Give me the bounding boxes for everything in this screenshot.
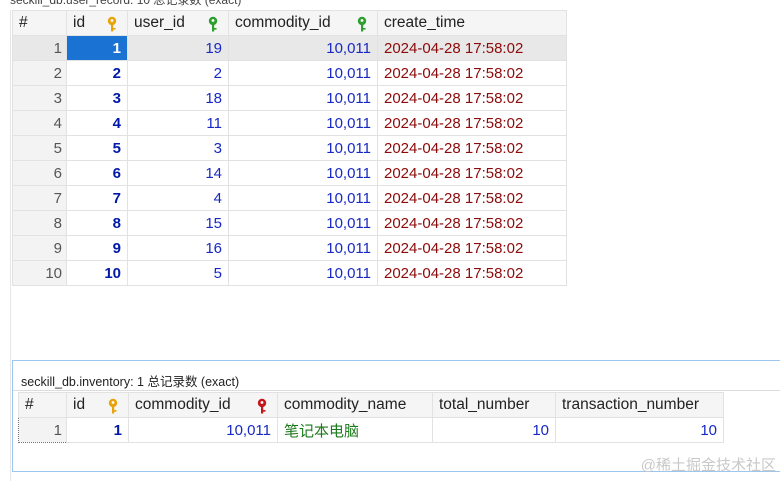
table-row[interactable]: 4 4 11 10,011 2024-04-28 17:58:02	[12, 110, 567, 136]
cell-create-time[interactable]: 2024-04-28 17:58:02	[377, 110, 567, 136]
index-key-icon	[357, 16, 367, 32]
unique-key-icon	[257, 398, 267, 414]
cell-create-time[interactable]: 2024-04-28 17:58:02	[377, 160, 567, 186]
cell-commodity-id[interactable]: 10,011	[128, 417, 278, 443]
table-row[interactable]: 10 10 5 10,011 2024-04-28 17:58:02	[12, 260, 567, 286]
cell-create-time[interactable]: 2024-04-28 17:58:02	[377, 235, 567, 261]
cell-user-id[interactable]: 4	[127, 185, 229, 211]
cell-create-time[interactable]: 2024-04-28 17:58:02	[377, 60, 567, 86]
table-row[interactable]: 1 1 19 10,011 2024-04-28 17:58:02	[12, 35, 567, 61]
table-row[interactable]: 7 7 4 10,011 2024-04-28 17:58:02	[12, 185, 567, 211]
column-header-commodity-id[interactable]: commodity_id	[128, 392, 278, 418]
cell-id[interactable]: 7	[66, 185, 128, 211]
cell-commodity-id[interactable]: 10,011	[228, 260, 378, 286]
row-number: 3	[12, 85, 67, 111]
cell-user-id[interactable]: 11	[127, 110, 229, 136]
cell-id[interactable]: 2	[66, 60, 128, 86]
cell-commodity-id[interactable]: 10,011	[228, 110, 378, 136]
cell-commodity-id[interactable]: 10,011	[228, 60, 378, 86]
cell-create-time[interactable]: 2024-04-28 17:58:02	[377, 85, 567, 111]
cell-commodity-id[interactable]: 10,011	[228, 235, 378, 261]
header-row: # id commodity_id commodity_name total_n…	[18, 392, 724, 418]
table-row[interactable]: 1 1 10,011 笔记本电脑 10 10	[18, 417, 724, 443]
primary-key-icon	[107, 16, 117, 32]
cell-id[interactable]: 9	[66, 235, 128, 261]
table-row[interactable]: 9 9 16 10,011 2024-04-28 17:58:02	[12, 235, 567, 261]
column-header-label: id	[73, 14, 86, 31]
panel-divider	[13, 390, 780, 391]
cell-commodity-id[interactable]: 10,011	[228, 35, 378, 61]
table-row[interactable]: 2 2 2 10,011 2024-04-28 17:58:02	[12, 60, 567, 86]
column-header-id[interactable]: id	[66, 10, 128, 36]
table-row[interactable]: 3 3 18 10,011 2024-04-28 17:58:02	[12, 85, 567, 111]
column-header-transaction-number[interactable]: transaction_number	[555, 392, 724, 418]
row-number: 9	[12, 235, 67, 261]
row-number: 2	[12, 60, 67, 86]
header-row: # id user_id commodity_id create_time	[12, 10, 567, 36]
row-number: 1	[18, 417, 67, 443]
cell-id[interactable]: 1	[66, 417, 129, 443]
cell-commodity-id[interactable]: 10,011	[228, 160, 378, 186]
cell-create-time[interactable]: 2024-04-28 17:58:02	[377, 185, 567, 211]
inventory-grid[interactable]: # id commodity_id commodity_name total_n…	[18, 392, 724, 443]
cell-commodity-id[interactable]: 10,011	[228, 210, 378, 236]
cell-user-id[interactable]: 5	[127, 260, 229, 286]
cell-id[interactable]: 8	[66, 210, 128, 236]
cell-user-id[interactable]: 3	[127, 135, 229, 161]
cell-create-time[interactable]: 2024-04-28 17:58:02	[377, 210, 567, 236]
cell-create-time[interactable]: 2024-04-28 17:58:02	[377, 135, 567, 161]
grid-divider	[10, 10, 11, 481]
cell-create-time[interactable]: 2024-04-28 17:58:02	[377, 35, 567, 61]
cell-user-id[interactable]: 2	[127, 60, 229, 86]
cell-commodity-name[interactable]: 笔记本电脑	[277, 417, 433, 443]
cell-total-number[interactable]: 10	[432, 417, 556, 443]
column-header-rownum[interactable]: #	[12, 10, 67, 36]
column-header-id[interactable]: id	[66, 392, 129, 418]
table-row[interactable]: 6 6 14 10,011 2024-04-28 17:58:02	[12, 160, 567, 186]
cell-id[interactable]: 3	[66, 85, 128, 111]
table-row[interactable]: 5 5 3 10,011 2024-04-28 17:58:02	[12, 135, 567, 161]
column-header-rownum[interactable]: #	[18, 392, 67, 418]
cell-commodity-id[interactable]: 10,011	[228, 185, 378, 211]
column-header-total-number[interactable]: total_number	[432, 392, 556, 418]
column-header-create-time[interactable]: create_time	[377, 10, 567, 36]
cell-commodity-id[interactable]: 10,011	[228, 135, 378, 161]
row-number: 8	[12, 210, 67, 236]
cell-id[interactable]: 4	[66, 110, 128, 136]
cell-user-id[interactable]: 18	[127, 85, 229, 111]
cell-user-id[interactable]: 15	[127, 210, 229, 236]
column-header-label: id	[73, 396, 86, 413]
cell-create-time[interactable]: 2024-04-28 17:58:02	[377, 260, 567, 286]
result-caption-user-record: seckill_db.user_record: 10 总记录数 (exact)	[10, 0, 242, 7]
cell-commodity-id[interactable]: 10,011	[228, 85, 378, 111]
column-header-commodity-id[interactable]: commodity_id	[228, 10, 378, 36]
row-number: 1	[12, 35, 67, 61]
column-header-label: commodity_id	[135, 396, 231, 413]
result-caption-inventory: seckill_db.inventory: 1 总记录数 (exact)	[21, 375, 240, 389]
column-header-label: commodity_id	[235, 14, 331, 31]
column-header-user-id[interactable]: user_id	[127, 10, 229, 36]
column-header-commodity-name[interactable]: commodity_name	[277, 392, 433, 418]
cell-id[interactable]: 6	[66, 160, 128, 186]
cell-id[interactable]: 1	[66, 35, 128, 61]
row-number: 7	[12, 185, 67, 211]
cell-id[interactable]: 5	[66, 135, 128, 161]
user-record-grid[interactable]: # id user_id commodity_id create_time 1 …	[12, 10, 567, 286]
cell-user-id[interactable]: 16	[127, 235, 229, 261]
index-key-icon	[208, 16, 218, 32]
watermark: @稀土掘金技术社区	[640, 457, 776, 474]
column-header-label: user_id	[134, 14, 185, 31]
row-number: 5	[12, 135, 67, 161]
row-number: 4	[12, 110, 67, 136]
row-number: 6	[12, 160, 67, 186]
primary-key-icon	[108, 398, 118, 414]
row-number: 10	[12, 260, 67, 286]
cell-user-id[interactable]: 14	[127, 160, 229, 186]
table-row[interactable]: 8 8 15 10,011 2024-04-28 17:58:02	[12, 210, 567, 236]
cell-user-id[interactable]: 19	[127, 35, 229, 61]
cell-id[interactable]: 10	[66, 260, 128, 286]
cell-transaction-number[interactable]: 10	[555, 417, 724, 443]
